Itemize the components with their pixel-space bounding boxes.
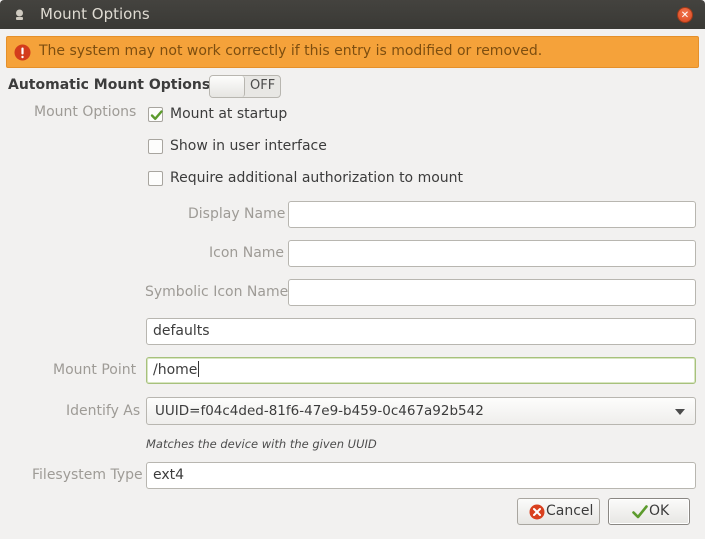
checkbox-label: Require additional authorization to moun…: [170, 170, 464, 186]
cancel-icon: [529, 504, 545, 520]
window-icon: [16, 9, 23, 20]
window-title: Mount Options: [40, 5, 150, 23]
mount-options-field[interactable]: defaults: [146, 318, 696, 345]
filesystem-type-value: ext4: [153, 467, 185, 483]
automatic-mount-options-label: Automatic Mount Options: [8, 77, 211, 93]
checkbox-label: Mount at startup: [170, 106, 288, 122]
close-icon[interactable]: ✕: [677, 7, 693, 23]
switch-state-label: OFF: [250, 78, 276, 93]
warning-text: The system may not work correctly if thi…: [39, 43, 543, 59]
ok-label: OK: [649, 503, 670, 519]
text-cursor: [198, 361, 200, 377]
title-bar: Mount Options ✕: [0, 0, 705, 29]
display-name-label: Display Name: [188, 206, 286, 222]
checkmark-icon: [150, 110, 163, 120]
filesystem-type-field[interactable]: ext4: [146, 462, 696, 489]
checkbox-unchecked[interactable]: [148, 171, 163, 186]
warning-banner: The system may not work correctly if thi…: [6, 36, 699, 68]
checkbox-checked[interactable]: [148, 107, 163, 122]
display-name-field[interactable]: [288, 201, 696, 228]
warning-icon: [14, 44, 31, 61]
icon-name-label: Icon Name: [209, 245, 285, 261]
mount-point-label: Mount Point: [53, 362, 137, 378]
symbolic-icon-name-label: Symbolic Icon Name: [145, 284, 289, 300]
symbolic-icon-name-field[interactable]: [288, 279, 696, 306]
mount-options-value: defaults: [153, 323, 210, 339]
filesystem-type-label: Filesystem Type: [32, 467, 143, 483]
identify-as-hint: Matches the device with the given UUID: [146, 437, 377, 451]
cancel-button[interactable]: Cancel: [517, 498, 600, 525]
cancel-label: Cancel: [546, 503, 594, 519]
mount-point-value: /home: [153, 362, 198, 378]
icon-name-field[interactable]: [288, 240, 696, 267]
checkmark-icon: [632, 505, 648, 519]
mount-options-label: Mount Options: [34, 104, 137, 120]
identify-as-dropdown[interactable]: UUID=f04c4ded-81f6-47e9-b459-0c467a92b54…: [146, 397, 696, 425]
identify-as-value: UUID=f04c4ded-81f6-47e9-b459-0c467a92b54…: [155, 403, 484, 419]
switch-knob: [210, 76, 245, 97]
automatic-mount-switch[interactable]: OFF: [209, 75, 281, 98]
checkbox-label: Show in user interface: [170, 138, 327, 154]
identify-as-label: Identify As: [66, 403, 141, 419]
chevron-down-icon: [675, 409, 685, 415]
ok-button[interactable]: OK: [608, 498, 690, 525]
mount-point-field[interactable]: /home: [146, 357, 696, 384]
checkbox-unchecked[interactable]: [148, 139, 163, 154]
